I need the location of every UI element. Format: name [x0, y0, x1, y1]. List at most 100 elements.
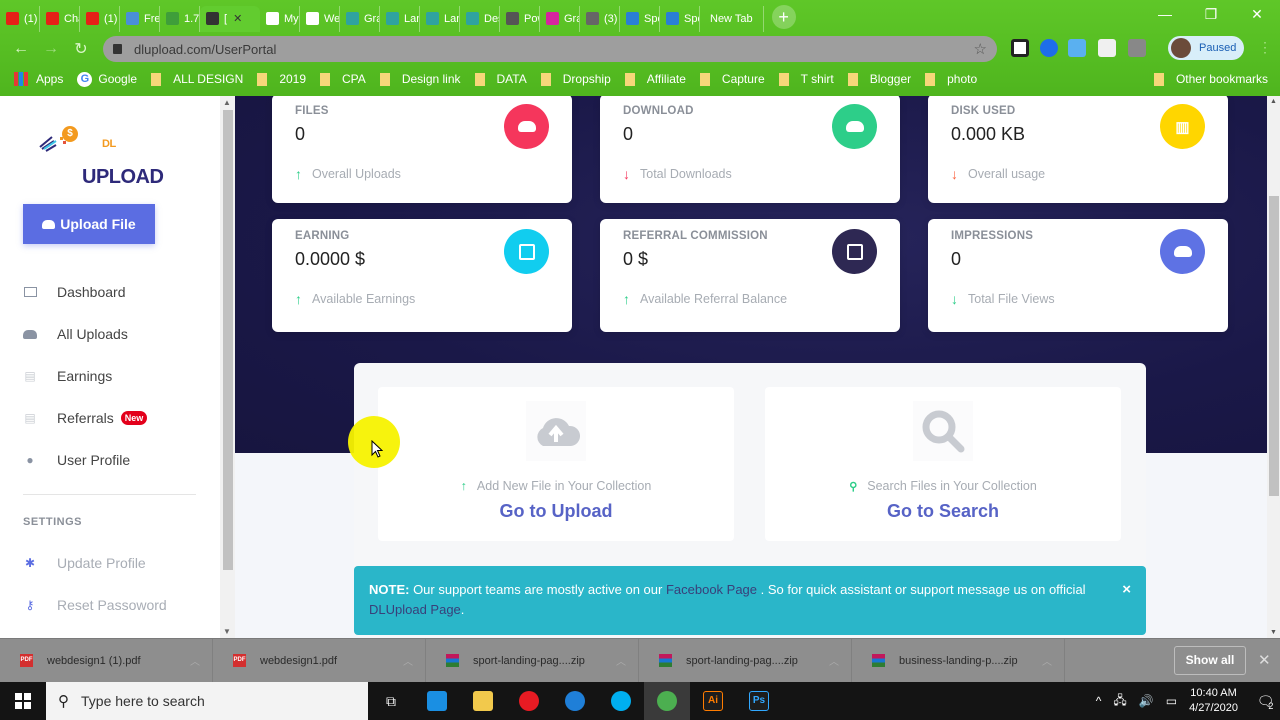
bookmark-all-design[interactable]: ALL DESIGN — [151, 72, 243, 86]
url-text[interactable]: dlupload.com/UserPortal — [134, 42, 276, 57]
bookmark-star-icon[interactable]: ☆ — [974, 40, 987, 58]
bookmark-data[interactable]: DATA — [474, 72, 527, 86]
taskbar-opera[interactable] — [506, 682, 552, 720]
sidebar-item-reset-password[interactable]: ⚷ Reset Passoword — [23, 584, 198, 626]
bookmark-t-shirt[interactable]: T shirt — [778, 72, 834, 86]
new-tab-button[interactable]: + — [771, 4, 796, 29]
browser-tab[interactable]: Web — [300, 5, 340, 32]
extension-a-icon[interactable] — [1040, 39, 1058, 57]
close-tab-icon[interactable]: ✕ — [233, 12, 242, 25]
chevron-up-icon[interactable]: ︿ — [829, 653, 839, 668]
taskbar-skype[interactable] — [598, 682, 644, 720]
taskbar-task-view[interactable]: ⧉ — [368, 682, 414, 720]
reload-icon[interactable]: ↻ — [66, 39, 96, 59]
extension-login-icon[interactable] — [1098, 39, 1116, 57]
chevron-up-icon[interactable]: ︿ — [1042, 653, 1052, 668]
bookmark-design-link[interactable]: Design link — [379, 72, 461, 86]
search-action-card[interactable]: ⚲ Search Files in Your Collection Go to S… — [765, 387, 1121, 541]
taskbar-search-box[interactable]: ⚲ Type here to search — [46, 682, 368, 720]
minimize-button[interactable]: — — [1142, 0, 1188, 30]
download-item[interactable]: sport-landing-pag....zip ︿ — [426, 638, 639, 683]
battery-icon[interactable]: ▭ — [1166, 694, 1177, 708]
bookmark-google[interactable]: G Google — [77, 71, 137, 87]
extension-pip-icon[interactable] — [1011, 39, 1029, 57]
start-button[interactable] — [0, 682, 46, 720]
browser-tab[interactable]: Des — [460, 5, 500, 32]
sidebar-item-all-uploads[interactable]: All Uploads — [23, 313, 198, 355]
chevron-up-icon[interactable]: ︿ — [616, 653, 626, 668]
chevron-up-icon[interactable]: ︿ — [403, 653, 413, 668]
browser-tab[interactable]: Lanc — [420, 5, 460, 32]
facebook-page-link[interactable]: Facebook Page — [666, 582, 757, 597]
bookmark-capture[interactable]: Capture — [699, 72, 765, 86]
browser-tab[interactable]: (1) E — [0, 5, 40, 32]
browser-tab[interactable]: Cha — [40, 5, 80, 32]
other-bookmarks[interactable]: Other bookmarks — [1153, 72, 1268, 86]
download-item[interactable]: business-landing-p....zip ︿ — [852, 638, 1065, 683]
volume-icon[interactable]: 🔊 — [1139, 694, 1154, 708]
extension-tb-icon[interactable] — [1128, 39, 1146, 57]
go-to-upload-link[interactable]: Go to Upload — [378, 501, 734, 522]
profile-button[interactable]: Paused — [1168, 36, 1244, 60]
download-item[interactable]: sport-landing-pag....zip ︿ — [639, 638, 852, 683]
browser-tab[interactable]: Grap — [340, 5, 380, 32]
taskbar-chrome[interactable] — [644, 682, 690, 720]
sidebar-scrollbar[interactable]: ▲ ▼ — [220, 96, 235, 638]
bookmark-cpa[interactable]: CPA — [320, 72, 366, 86]
page-scroll-thumb[interactable] — [1269, 196, 1279, 496]
bookmark-photo[interactable]: photo — [925, 72, 977, 86]
taskbar-illustrator[interactable]: Ai — [690, 682, 736, 720]
sidebar-item-user-profile[interactable]: ● User Profile — [23, 439, 198, 481]
clock[interactable]: 10:40 AM 4/27/2020 — [1189, 686, 1238, 716]
bookmark-2019[interactable]: 2019 — [257, 72, 306, 86]
sidebar-scroll-thumb[interactable] — [223, 110, 233, 570]
browser-tab[interactable]: Lanc — [380, 5, 420, 32]
scroll-up-arrow[interactable]: ▲ — [1270, 98, 1277, 105]
bookmark-affiliate[interactable]: Affiliate — [624, 72, 686, 86]
taskbar-file-explorer[interactable] — [460, 682, 506, 720]
sidebar-item-referrals[interactable]: ▤ Referrals New — [23, 397, 198, 439]
browser-tab[interactable]: Spo — [660, 5, 700, 32]
back-icon[interactable]: ← — [6, 40, 36, 58]
show-hidden-icons-button[interactable]: ^ — [1096, 694, 1102, 708]
sidebar-item-dashboard[interactable]: Dashboard — [23, 271, 198, 313]
scroll-down-arrow[interactable]: ▼ — [223, 627, 231, 636]
browser-tab-new-tab[interactable]: New Tab — [700, 5, 764, 32]
bookmark-dropship[interactable]: Dropship — [540, 72, 611, 86]
bookmark-apps[interactable]: Apps — [14, 72, 63, 86]
close-downloads-bar-button[interactable]: ✕ — [1258, 651, 1271, 669]
taskbar-photoshop[interactable]: Ps — [736, 682, 782, 720]
network-icon[interactable]: 🖧 — [1113, 691, 1126, 712]
notifications-button[interactable]: 🗨 2 — [1250, 682, 1280, 720]
extension-fist-icon[interactable] — [1068, 39, 1086, 57]
chevron-up-icon[interactable]: ︿ — [190, 653, 200, 668]
close-alert-button[interactable]: × — [1122, 580, 1131, 600]
taskbar-mail[interactable] — [414, 682, 460, 720]
browser-tab[interactable]: Gra — [540, 5, 580, 32]
close-window-button[interactable]: ✕ — [1234, 0, 1280, 30]
forward-icon[interactable]: → — [36, 40, 66, 58]
bookmark-blogger[interactable]: Blogger — [847, 72, 911, 86]
page-scrollbar[interactable]: ▲ ▼ — [1267, 96, 1280, 638]
sidebar-item-earnings[interactable]: ▤ Earnings — [23, 355, 198, 397]
address-bar[interactable]: dlupload.com/UserPortal ☆ — [103, 36, 997, 62]
taskbar-edge[interactable] — [552, 682, 598, 720]
menu-kebab-icon[interactable]: ⋮ — [1258, 39, 1272, 56]
browser-tab[interactable]: 1.7 r — [160, 5, 200, 32]
browser-tab[interactable]: (3) L — [580, 5, 620, 32]
upload-file-button[interactable]: Upload File — [23, 204, 155, 244]
browser-tab[interactable]: Pow — [500, 5, 540, 32]
browser-tab[interactable]: My — [260, 5, 300, 32]
show-all-downloads-button[interactable]: Show all — [1174, 646, 1246, 675]
scroll-up-arrow[interactable]: ▲ — [223, 98, 231, 107]
download-item[interactable]: PDF webdesign1 (1).pdf ︿ — [0, 638, 213, 683]
browser-tab[interactable]: Free — [120, 5, 160, 32]
browser-tab[interactable]: [✕ — [200, 5, 260, 32]
go-to-search-link[interactable]: Go to Search — [765, 501, 1121, 522]
browser-tab[interactable]: (1) Y — [80, 5, 120, 32]
download-item[interactable]: PDF webdesign1.pdf ︿ — [213, 638, 426, 683]
upload-action-card[interactable]: ↑ Add New File in Your Collection Go to U… — [378, 387, 734, 541]
restore-button[interactable]: ❐ — [1188, 0, 1234, 30]
dlupload-page-link[interactable]: DLUpload Page — [369, 602, 461, 617]
scroll-down-arrow[interactable]: ▼ — [1270, 629, 1277, 636]
